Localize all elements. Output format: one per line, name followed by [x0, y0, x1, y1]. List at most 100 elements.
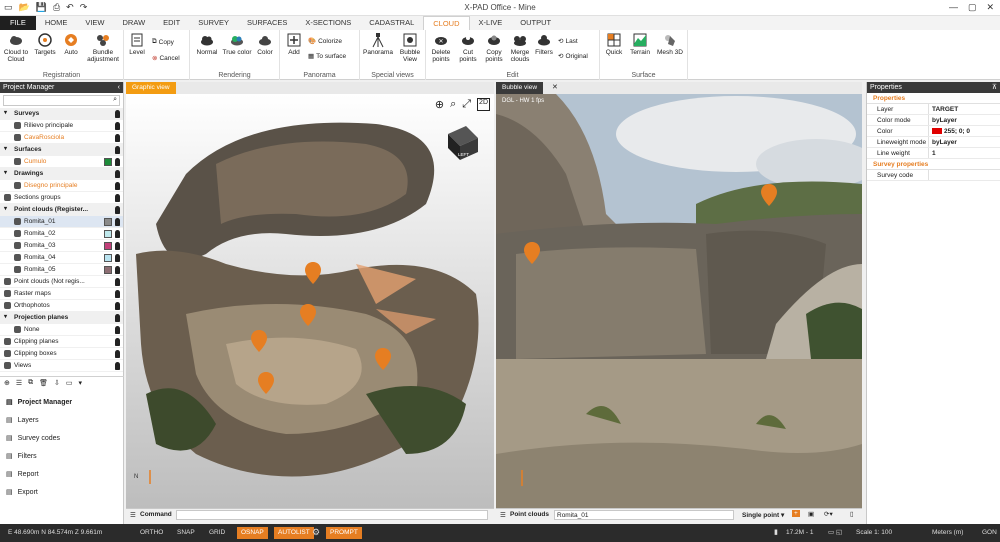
visibility-bulb-icon[interactable] — [115, 350, 120, 358]
visibility-bulb-icon[interactable] — [115, 122, 120, 130]
bubble-view-canvas[interactable]: DGL - HW 1 fps — [496, 94, 862, 508]
tree-item[interactable]: ▾ Surveys — [0, 108, 123, 120]
import-icon[interactable]: ⇩ — [54, 379, 60, 387]
original-button[interactable]: ⟲ Original — [558, 52, 588, 61]
cut-points-button[interactable]: Cut points — [456, 32, 480, 63]
delete-points-button[interactable]: ✕ Delete points — [428, 32, 454, 63]
merge-clouds-button[interactable]: Merge clouds — [508, 32, 532, 63]
visibility-bulb-icon[interactable] — [115, 362, 120, 370]
graphic-view-canvas[interactable]: LEFT N ⊕ ⌕ ⤢ 2D — [126, 94, 494, 508]
mode-2d-button[interactable]: 2D — [477, 98, 490, 111]
true-color-button[interactable]: True color — [222, 32, 252, 56]
cloud-select[interactable]: Romita_01 — [554, 510, 734, 520]
tree-item[interactable]: Orthophotos — [0, 300, 123, 312]
color-swatch[interactable] — [104, 218, 112, 226]
bubble-view-tab[interactable]: Bubble view — [496, 82, 544, 94]
terrain-button[interactable]: Terrain — [628, 32, 652, 56]
toggle-prompt[interactable]: PROMPT — [326, 527, 362, 539]
tree-item[interactable]: CavaRosciola — [0, 132, 123, 144]
nav-item[interactable]: ▤ Survey codes — [0, 430, 124, 448]
tree-item[interactable]: None — [0, 324, 123, 336]
last-button[interactable]: ⟲ Last — [558, 37, 578, 46]
visibility-bulb-icon[interactable] — [115, 338, 120, 346]
command-input[interactable] — [176, 510, 488, 520]
visibility-bulb-icon[interactable] — [115, 290, 120, 298]
copy-button[interactable]: ⧉ Copy — [152, 38, 174, 46]
toggle-snap[interactable]: SNAP — [173, 527, 199, 539]
property-value[interactable]: TARGET — [929, 104, 958, 114]
level-button[interactable]: Level — [127, 32, 147, 56]
bundle-adjustment-button[interactable]: Bundle adjustment — [86, 32, 120, 63]
visibility-bulb-icon[interactable] — [115, 170, 120, 178]
colorize-button[interactable]: 🎨 Colorize — [308, 37, 342, 46]
cancel-button[interactable]: ⊗ Cancel — [152, 54, 180, 63]
toggle-autolist[interactable]: AUTOLIST — [274, 527, 314, 539]
tree-item[interactable]: Romita_01 — [0, 216, 123, 228]
tree-item[interactable]: Rilievo principale — [0, 120, 123, 132]
add-panorama-button[interactable]: Add — [284, 32, 304, 56]
properties-icon[interactable]: ☰ — [16, 379, 22, 387]
ribbon-tab-cloud[interactable]: CLOUD — [423, 16, 470, 30]
property-row[interactable]: Color 255; 0; 0 — [867, 126, 1000, 137]
visibility-bulb-icon[interactable] — [115, 326, 120, 334]
cloud-to-cloud-button[interactable]: Cloud to Cloud — [2, 32, 30, 63]
ribbon-tab-cadastral[interactable]: CADASTRAL — [360, 16, 423, 30]
ribbon-tab-survey[interactable]: SURVEY — [189, 16, 238, 30]
visibility-bulb-icon[interactable] — [115, 194, 120, 202]
visibility-bulb-icon[interactable] — [115, 278, 120, 286]
tree-item[interactable]: ▾ Surfaces — [0, 144, 123, 156]
property-value[interactable]: 255; 0; 0 — [929, 126, 970, 136]
color-swatch[interactable] — [104, 254, 112, 262]
layout-icon[interactable]: ▭ ◱ — [828, 528, 842, 536]
ribbon-tab-draw[interactable]: DRAW — [114, 16, 155, 30]
property-row[interactable]: Lineweight mode byLayer — [867, 137, 1000, 148]
property-value[interactable]: 1 — [929, 148, 936, 158]
tree-item[interactable]: Romita_04 — [0, 252, 123, 264]
nav-item[interactable]: ▤ Layers — [0, 412, 124, 430]
nav-item[interactable]: ▤ Export — [0, 484, 124, 502]
tree-item[interactable]: Romita_02 — [0, 228, 123, 240]
tree-item[interactable]: ▾ Projection planes — [0, 312, 123, 324]
tree-item[interactable]: Point clouds (Not regis... — [0, 276, 123, 288]
property-row[interactable]: Line weight 1 — [867, 148, 1000, 159]
bubble-view-button[interactable]: Bubble View — [396, 32, 424, 63]
copy-icon[interactable]: ⧉ — [28, 379, 33, 387]
tree-item[interactable]: Clipping planes — [0, 336, 123, 348]
ribbon-tab-home[interactable]: HOME — [36, 16, 77, 30]
property-value[interactable]: byLayer — [929, 137, 957, 147]
tree-item[interactable]: Raster maps — [0, 288, 123, 300]
nav-item[interactable]: ▤ Filters — [0, 448, 124, 466]
property-row[interactable]: Color mode byLayer — [867, 115, 1000, 126]
toggle-grid[interactable]: GRID — [205, 527, 229, 539]
tree-item[interactable]: Romita_05 — [0, 264, 123, 276]
visibility-bulb-icon[interactable] — [115, 302, 120, 310]
tree-item[interactable]: Romita_03 — [0, 240, 123, 252]
tree-item[interactable]: Views — [0, 360, 123, 372]
close-icon[interactable]: ✕ — [986, 2, 994, 13]
copy-points-button[interactable]: Copy points — [482, 32, 506, 63]
visibility-bulb-icon[interactable] — [115, 134, 120, 142]
visibility-bulb-icon[interactable] — [115, 206, 120, 214]
visibility-bulb-icon[interactable] — [115, 230, 120, 238]
tree-item[interactable]: Clipping boxes — [0, 348, 123, 360]
view-icon[interactable]: ▭ — [66, 379, 73, 387]
pin-icon[interactable]: ⊼ — [992, 82, 997, 93]
color-swatch[interactable] — [104, 242, 112, 250]
graphic-view-tab[interactable]: Graphic view — [126, 82, 176, 94]
toggle-osnap[interactable]: OSNAP — [237, 527, 268, 539]
zoom-extents-icon[interactable]: ⤢ — [462, 98, 471, 111]
search-input[interactable]: ⌕ — [3, 95, 120, 106]
property-value[interactable] — [929, 170, 932, 180]
single-point-dropdown[interactable]: Single point ▾ — [742, 511, 784, 519]
visibility-bulb-icon[interactable] — [115, 218, 120, 226]
collapse-icon[interactable]: ‹ — [118, 82, 120, 93]
maximize-icon[interactable]: ▢ — [968, 2, 977, 13]
visibility-bulb-icon[interactable] — [115, 182, 120, 190]
mesh-3d-button[interactable]: Mesh 3D — [656, 32, 684, 56]
crosshair-icon[interactable]: + — [792, 510, 800, 517]
add-icon[interactable]: ⊕ — [4, 379, 10, 387]
units-readout[interactable]: Meters (m) — [928, 527, 967, 539]
normal-render-button[interactable]: Normal — [194, 32, 220, 56]
ribbon-tab-view[interactable]: VIEW — [76, 16, 113, 30]
ribbon-tab-edit[interactable]: EDIT — [154, 16, 189, 30]
